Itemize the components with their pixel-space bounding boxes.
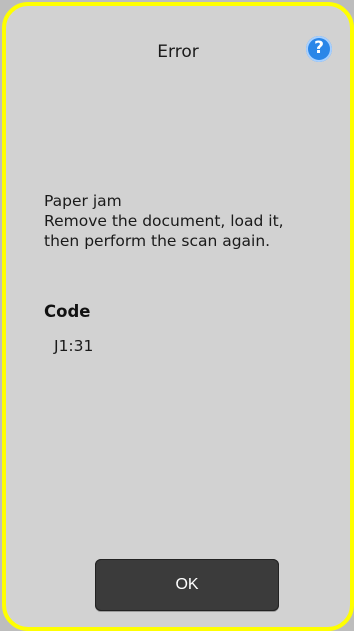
dialog-title: Error xyxy=(157,42,199,62)
error-dialog: Error ? Paper jam Remove the document, l… xyxy=(2,2,354,631)
message-line-3: then perform the scan again. xyxy=(44,232,271,250)
question-mark-glyph: ? xyxy=(314,38,324,58)
ok-button[interactable]: OK xyxy=(95,559,279,611)
code-label: Code xyxy=(44,302,91,321)
help-icon[interactable]: ? xyxy=(306,36,332,62)
error-message: Paper jam Remove the document, load it, … xyxy=(44,191,324,251)
message-line-2: Remove the document, load it, xyxy=(44,212,284,230)
code-value: J1:31 xyxy=(54,337,94,355)
message-line-1: Paper jam xyxy=(44,192,122,210)
